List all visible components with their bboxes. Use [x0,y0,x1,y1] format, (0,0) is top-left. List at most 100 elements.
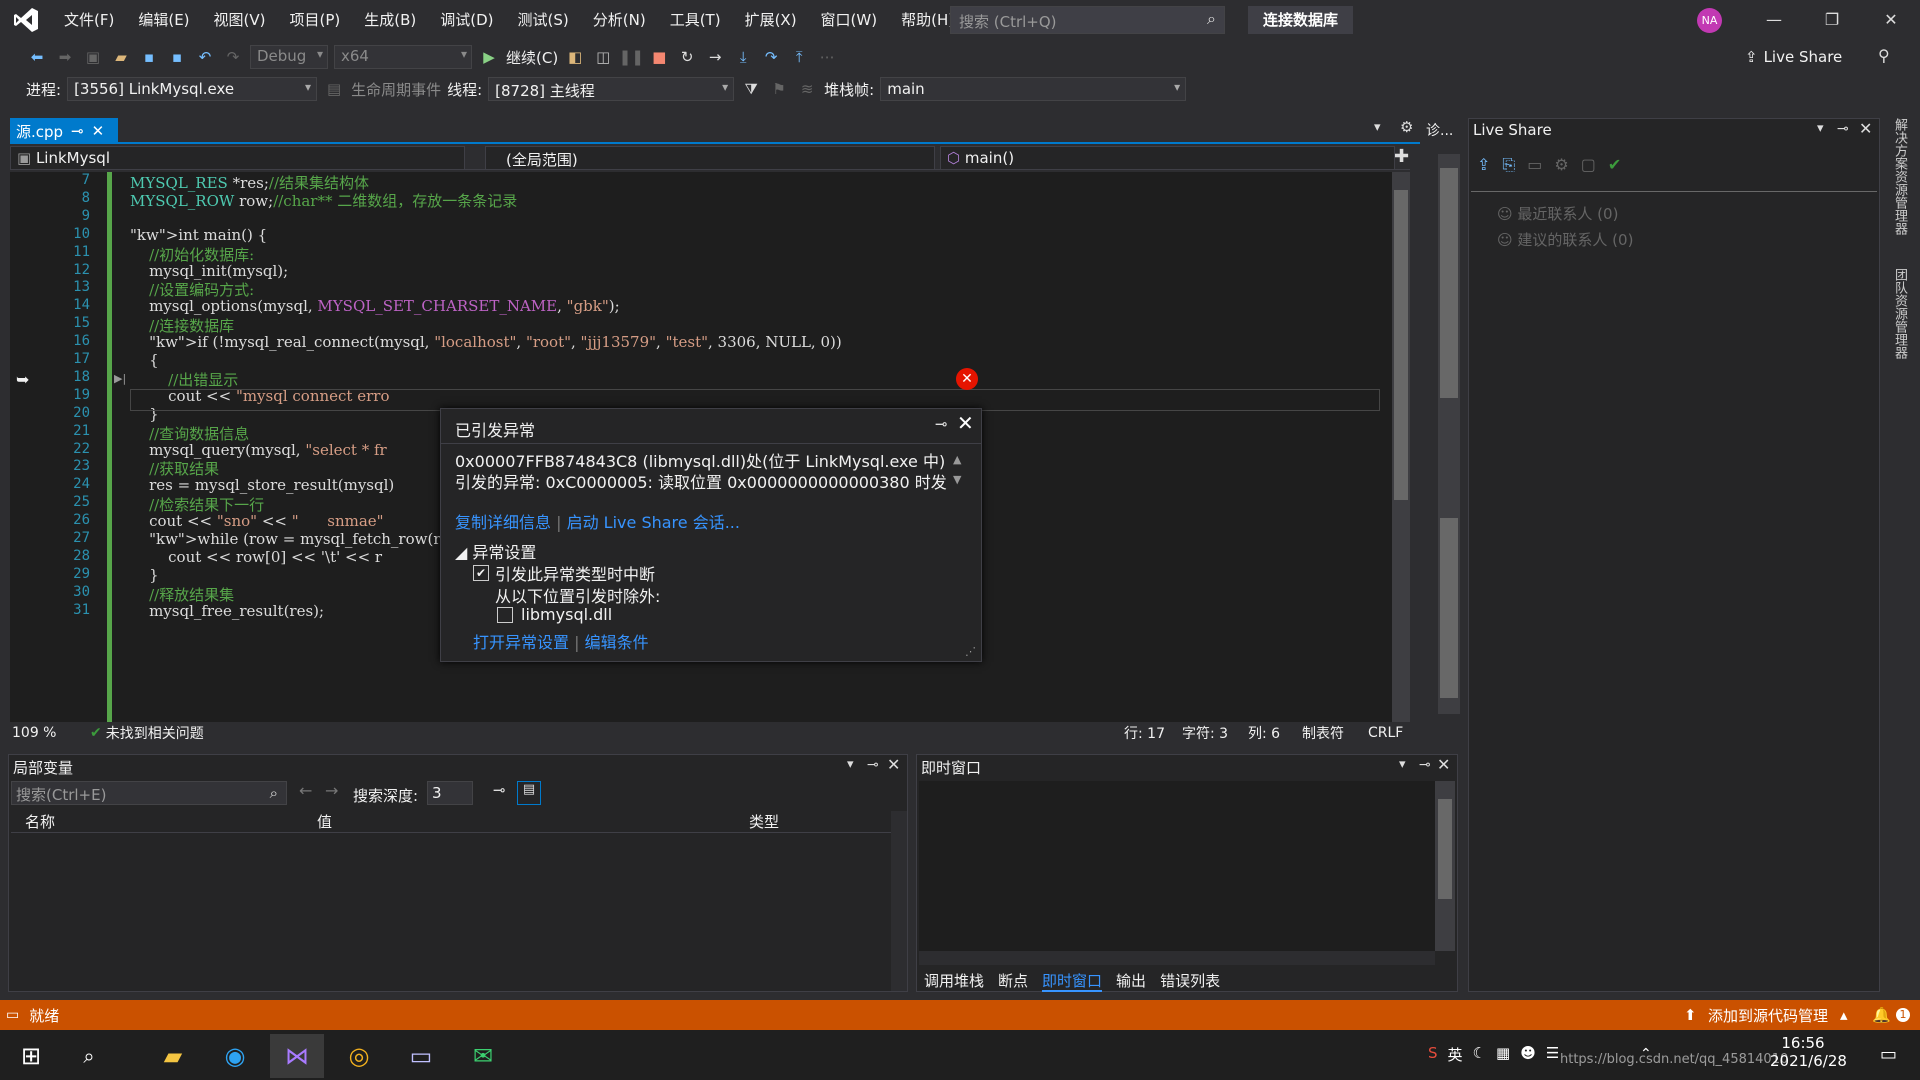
panel-close-icon[interactable]: ✕ [1859,119,1872,138]
scroll-down-icon[interactable]: ▼ [953,473,961,486]
member-select[interactable]: ⬡ main() [940,146,1395,170]
process-select[interactable]: [3556] LinkMysql.exe [67,77,318,101]
col-name[interactable]: 名称 [25,811,55,832]
code-line[interactable]: cout << "sno" << " snmae" [130,512,384,530]
audio-icon[interactable]: ▭ [1527,155,1542,175]
hex-view-icon[interactable]: ▤ [517,781,541,805]
code-line[interactable]: } [130,566,159,584]
ime-icon[interactable]: S [1428,1044,1438,1065]
threads-icon[interactable]: ≋ [796,78,818,100]
panel-menu-icon[interactable]: ▾ [1817,121,1824,136]
menu-item-4[interactable]: 生成(B) [352,0,428,40]
diagnostics-scroll-thumb-2[interactable] [1440,518,1458,698]
menu-item-1[interactable]: 编辑(E) [126,0,201,40]
notification-bell-icon[interactable]: 🔔 [1872,1006,1891,1024]
bottom-tab-3[interactable]: 输出 [1116,970,1146,992]
add-to-source-control[interactable]: 添加到源代码管理 [1708,1005,1828,1026]
col-value[interactable]: 值 [317,811,332,832]
code-line[interactable]: mysql_options(mysql, MYSQL_SET_CHARSET_N… [130,297,620,315]
resize-grip-icon[interactable]: ⋰ [965,645,976,658]
immediate-input[interactable] [919,781,1435,951]
step-over-icon[interactable]: ↷ [760,46,782,68]
windows-start-icon[interactable]: ⊞ [4,1034,58,1078]
tab-status[interactable]: 制表符 [1302,723,1344,743]
editor-scroll-thumb[interactable] [1394,190,1408,500]
solution-explorer-tab[interactable]: 解决方案资源管理器 [1890,118,1909,235]
step-out-icon[interactable]: ⤒ [788,46,810,68]
code-line[interactable]: MYSQL_ROW row;//char** 二维数组，存放一条条记录 [130,190,517,211]
panel-pin-icon[interactable]: ⊸ [1837,121,1849,137]
panel-menu-icon[interactable]: ▾ [1399,757,1406,772]
flag-icon[interactable]: ⚑ [768,78,790,100]
menu-item-3[interactable]: 项目(P) [278,0,353,40]
platform-select[interactable]: x64 [334,45,472,69]
copy-details-link[interactable]: 复制详细信息 [455,513,551,532]
pin-icon[interactable]: ⊸ [935,415,948,433]
moon-icon[interactable]: ☾ [1473,1044,1486,1065]
chrome-icon[interactable]: ◎ [332,1034,386,1078]
immediate-hscrollbar[interactable] [919,951,1435,965]
settings-gear-icon[interactable]: ⚙ [1400,118,1413,136]
panel-close-icon[interactable]: ✕ [1437,755,1450,774]
restart-icon[interactable]: ↻ [676,46,698,68]
bottom-tab-2[interactable]: 即时窗口 [1042,970,1103,992]
bottom-tab-0[interactable]: 调用堆栈 [924,970,984,992]
run-to-click-icon[interactable]: ▶| [114,372,126,385]
search-depth-select[interactable]: 3 [427,781,473,805]
suggested-contacts[interactable]: ☺ 建议的联系人 (0) [1497,229,1633,250]
split-icon[interactable]: ✚ [1394,146,1409,167]
lifecycle-events[interactable]: 生命周期事件 [351,79,441,100]
config-select[interactable]: Debug [250,45,328,69]
menu-item-5[interactable]: 调试(D) [428,0,505,40]
status-check-icon[interactable]: ✔ [1608,155,1621,175]
share-icon[interactable]: ⇪ [1477,155,1490,175]
liveshare-button[interactable]: ⇪ Live Share [1745,48,1842,66]
start-liveshare-link[interactable]: 启动 Live Share 会话... [567,513,740,532]
close-tab-icon[interactable]: ✕ [92,122,105,140]
code-line[interactable]: mysql_init(mysql); [130,262,288,280]
menu-icon[interactable]: ☰ [1546,1044,1559,1065]
action-center-icon[interactable]: ▭ [1880,1044,1897,1065]
locals-scrollbar[interactable] [891,811,907,991]
hot-reload-icon[interactable]: ◧ [564,46,586,68]
code-line[interactable]: "kw">if (!mysql_real_connect(mysql, "loc… [130,333,842,351]
scope-select[interactable]: (全局范围) [485,146,935,170]
search-icon[interactable]: ⌕ [270,784,278,802]
menu-item-10[interactable]: 窗口(W) [809,0,890,40]
code-line[interactable]: mysql_query(mysql, "select * fr [130,441,387,459]
search-icon[interactable]: ⌕ [1207,9,1216,29]
code-line[interactable]: cout << row[0] << '\t' << r [130,548,382,566]
toolbar-more-icon[interactable]: ⋯ [816,46,838,68]
continue-button[interactable]: 继续(C) [506,47,558,68]
break-checkbox-row[interactable]: ✔ 引发此异常类型时中断 [473,561,655,585]
thread-select[interactable]: [8728] 主线程 [488,77,735,101]
undo-icon[interactable]: ↶ [194,46,216,68]
stack-frame-select[interactable]: main [880,77,1187,101]
step-into-icon[interactable]: ⤓ [732,46,754,68]
menu-item-6[interactable]: 测试(S) [506,0,581,40]
back-icon[interactable]: ← [299,781,312,800]
browse-icon[interactable]: ◫ [592,46,614,68]
chat-icon[interactable]: ▢ [1581,155,1596,175]
project-select[interactable]: ▣ LinkMysql [10,146,465,170]
code-line[interactable]: { [130,351,159,369]
edge-icon[interactable]: ◉ [208,1034,262,1078]
col-type[interactable]: 类型 [749,811,779,832]
zoom-level[interactable]: 109 % [10,725,70,741]
dll-checkbox-row[interactable]: libmysql.dll [497,605,612,624]
redo-icon[interactable]: ↷ [222,46,244,68]
open-folder-icon[interactable]: ▰ [110,46,132,68]
menu-item-8[interactable]: 工具(T) [658,0,733,40]
bottom-tab-4[interactable]: 错误列表 [1160,970,1220,992]
restore-icon[interactable]: ❐ [1803,0,1861,40]
error-icon[interactable]: ✕ [956,368,978,390]
menu-item-9[interactable]: 扩展(X) [733,0,809,40]
session-icon[interactable]: ⚙ [1554,155,1568,175]
pin-icon[interactable]: ⊸ [71,122,84,140]
continue-icon[interactable]: ▶ [478,46,500,68]
forward-icon[interactable]: ➡ [54,46,76,68]
menu-item-0[interactable]: 文件(F) [52,0,126,40]
diagnostics-scroll-thumb[interactable] [1440,168,1458,398]
bottom-tab-1[interactable]: 断点 [998,970,1028,992]
source-control-chevron-icon[interactable]: ▴ [1840,1006,1848,1024]
